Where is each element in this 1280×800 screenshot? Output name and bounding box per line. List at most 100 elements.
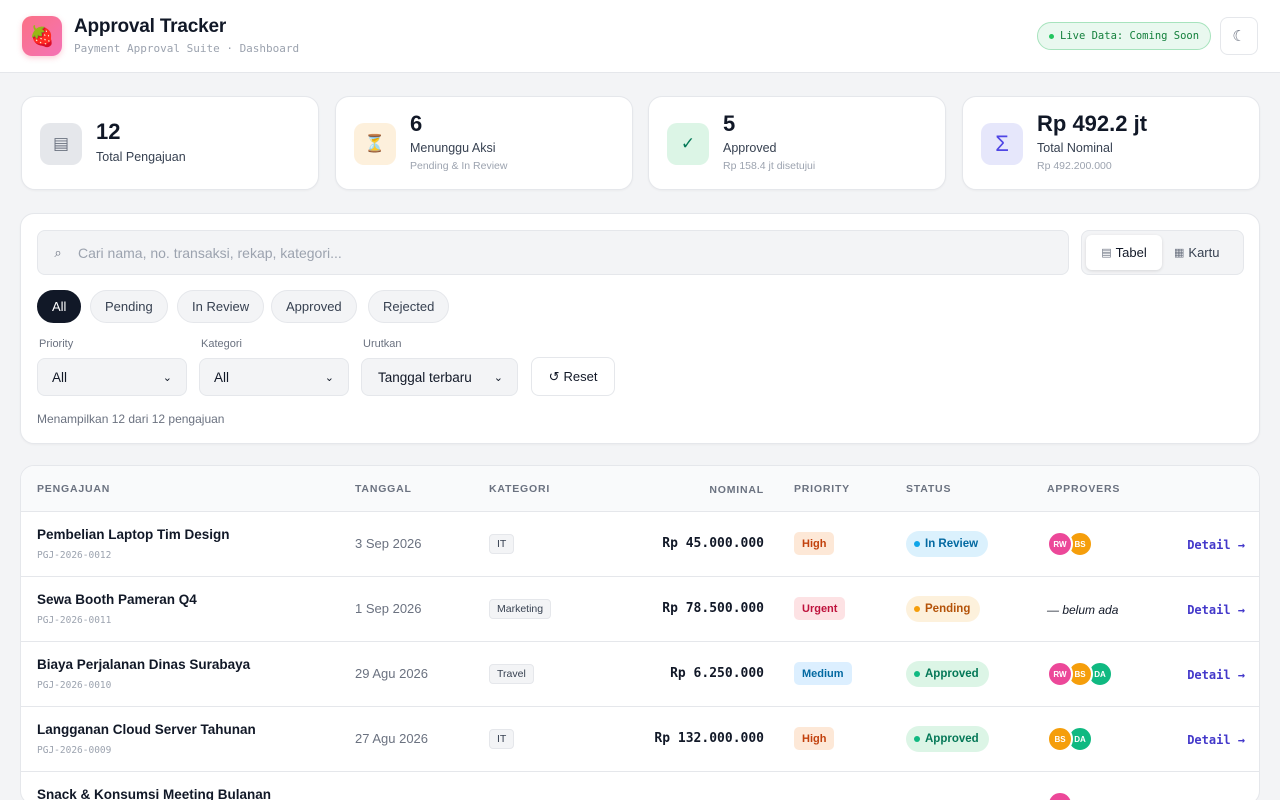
status-dot-icon bbox=[914, 541, 920, 547]
row-amount: Rp 78.500.000 bbox=[662, 601, 764, 616]
approver-avatars: RW BS DA bbox=[1047, 661, 1113, 687]
priority-badge: Medium bbox=[794, 662, 852, 685]
row-id: PGJ-2026-0009 bbox=[37, 745, 112, 756]
reset-label: Reset bbox=[563, 369, 598, 384]
row-date: 1 Sep 2026 bbox=[355, 601, 422, 616]
theme-toggle-button[interactable]: ☾ bbox=[1220, 17, 1258, 55]
row-date: 3 Sep 2026 bbox=[355, 536, 422, 551]
stat-sub: Pending & In Review bbox=[410, 160, 508, 172]
chip-rejected[interactable]: Rejected bbox=[368, 290, 450, 323]
col-header-kategori: KATEGORI bbox=[489, 483, 551, 495]
search-input[interactable] bbox=[78, 244, 1058, 261]
check-icon: ✓ bbox=[667, 123, 709, 165]
row-amount: Rp 132.000.000 bbox=[654, 731, 764, 746]
sort-select[interactable]: Tanggal terbaru ⌄ bbox=[361, 358, 518, 396]
table-row[interactable]: Snack & Konsumsi Meeting Bulanan RW bbox=[21, 772, 1259, 800]
stat-card-nominal: Σ Rp 492.2 jt Total Nominal Rp 492.200.0… bbox=[962, 96, 1260, 190]
approver-avatars: RW BS bbox=[1047, 531, 1093, 557]
avatar: BS bbox=[1047, 726, 1073, 752]
strawberry-icon: 🍓 bbox=[22, 16, 62, 56]
live-data-badge: Live Data: Coming Soon bbox=[1037, 22, 1212, 50]
row-title: Biaya Perjalanan Dinas Surabaya bbox=[37, 657, 251, 672]
stat-label: Approved bbox=[723, 141, 777, 155]
stat-card-approved: ✓ 5 Approved Rp 158.4 jt disetujui bbox=[648, 96, 946, 190]
status-label: Approved bbox=[925, 733, 979, 745]
status-badge: Approved bbox=[906, 661, 989, 687]
status-dot-icon bbox=[914, 671, 920, 677]
avatar: RW bbox=[1047, 791, 1073, 800]
col-header-pengajuan: PENGAJUAN bbox=[37, 483, 111, 495]
status-label: In Review bbox=[925, 538, 979, 550]
table-row[interactable]: Sewa Booth Pameran Q4 PGJ-2026-0011 1 Sep … bbox=[21, 577, 1259, 642]
status-badge: Approved bbox=[906, 726, 989, 752]
row-title: Snack & Konsumsi Meeting Bulanan bbox=[37, 787, 272, 800]
status-dot-icon bbox=[914, 606, 920, 612]
filter-panel: ⌕ ▤ Tabel ▦ Kartu All Pending In Review … bbox=[20, 213, 1260, 444]
table-row[interactable]: Pembelian Laptop Tim Design PGJ-2026-0012… bbox=[21, 512, 1259, 577]
stat-value: 12 bbox=[96, 119, 121, 144]
chevron-down-icon: ⌄ bbox=[493, 371, 503, 384]
hourglass-icon: ⏳ bbox=[354, 123, 396, 165]
status-label: Pending bbox=[925, 603, 971, 615]
stat-sub: Rp 158.4 jt disetujui bbox=[723, 160, 816, 172]
table-icon: ▤ bbox=[1101, 247, 1112, 259]
top-bar: 🍓 Approval Tracker Payment Approval Suit… bbox=[0, 0, 1280, 73]
view-table-button[interactable]: ▤ Tabel bbox=[1086, 235, 1162, 270]
chip-all[interactable]: All bbox=[37, 290, 82, 323]
priority-badge: High bbox=[794, 727, 835, 750]
avatar: RW bbox=[1047, 661, 1073, 687]
priority-filter-label: Priority bbox=[39, 338, 74, 350]
row-id: PGJ-2026-0012 bbox=[37, 550, 112, 561]
reset-icon: ↺ bbox=[548, 368, 560, 384]
approver-avatars: RW bbox=[1047, 791, 1073, 800]
view-card-button[interactable]: ▦ Kartu bbox=[1174, 235, 1219, 270]
row-id: PGJ-2026-0010 bbox=[37, 680, 112, 691]
chip-pending[interactable]: Pending bbox=[90, 290, 168, 323]
priority-badge: Urgent bbox=[794, 597, 846, 620]
category-select[interactable]: All ⌄ bbox=[199, 358, 349, 396]
approver-avatars: BS DA bbox=[1047, 726, 1093, 752]
col-header-status: STATUS bbox=[906, 483, 952, 495]
category-tag: Travel bbox=[489, 664, 534, 684]
sort-filter-label: Urutkan bbox=[363, 338, 402, 350]
row-date: 27 Agu 2026 bbox=[355, 731, 429, 746]
chip-approved[interactable]: Approved bbox=[271, 290, 357, 323]
row-title: Pembelian Laptop Tim Design bbox=[37, 527, 230, 542]
detail-link[interactable]: Detail → bbox=[1187, 733, 1245, 747]
stat-sub: Rp 492.200.000 bbox=[1037, 160, 1112, 172]
row-amount: Rp 6.250.000 bbox=[670, 666, 764, 681]
view-card-label: Kartu bbox=[1188, 245, 1220, 260]
search-box: ⌕ bbox=[37, 230, 1069, 275]
reset-button[interactable]: ↺ Reset bbox=[531, 357, 615, 396]
live-data-label: Live Data: Coming Soon bbox=[1060, 30, 1200, 42]
status-badge: In Review bbox=[906, 531, 989, 557]
stat-card-total: ▤ 12 Total Pengajuan bbox=[21, 96, 319, 190]
stat-label: Total Pengajuan bbox=[96, 150, 186, 164]
priority-select-value: All bbox=[52, 369, 68, 385]
table-row[interactable]: Biaya Perjalanan Dinas Surabaya PGJ-2026-… bbox=[21, 642, 1259, 707]
col-header-nominal: NOMINAL bbox=[709, 484, 764, 496]
view-table-label: Tabel bbox=[1115, 245, 1147, 260]
category-filter-label: Kategori bbox=[201, 338, 242, 350]
status-label: Approved bbox=[925, 668, 979, 680]
col-header-priority: PRIORITY bbox=[794, 483, 850, 495]
chip-in-review[interactable]: In Review bbox=[177, 290, 265, 323]
detail-link[interactable]: Detail → bbox=[1187, 603, 1245, 617]
status-badge: Pending bbox=[906, 596, 981, 622]
list-icon: ▤ bbox=[40, 123, 82, 165]
app-title: Approval Tracker bbox=[74, 16, 227, 37]
priority-select[interactable]: All ⌄ bbox=[37, 358, 187, 396]
stat-value: 5 bbox=[723, 111, 736, 136]
detail-link[interactable]: Detail → bbox=[1187, 668, 1245, 682]
table-header: PENGAJUAN TANGGAL KATEGORI NOMINAL PRIOR… bbox=[21, 466, 1259, 512]
stat-card-pending: ⏳ 6 Menunggu Aksi Pending & In Review bbox=[335, 96, 633, 190]
priority-badge: High bbox=[794, 532, 835, 555]
detail-link[interactable]: Detail → bbox=[1187, 538, 1245, 552]
category-tag: IT bbox=[489, 729, 515, 749]
category-tag: Marketing bbox=[489, 599, 552, 619]
stat-value: 6 bbox=[410, 111, 423, 136]
status-dot-icon bbox=[914, 736, 920, 742]
category-tag: IT bbox=[489, 534, 515, 554]
table-row[interactable]: Langganan Cloud Server Tahunan PGJ-2026-0… bbox=[21, 707, 1259, 772]
stat-value: Rp 492.2 jt bbox=[1037, 111, 1148, 136]
